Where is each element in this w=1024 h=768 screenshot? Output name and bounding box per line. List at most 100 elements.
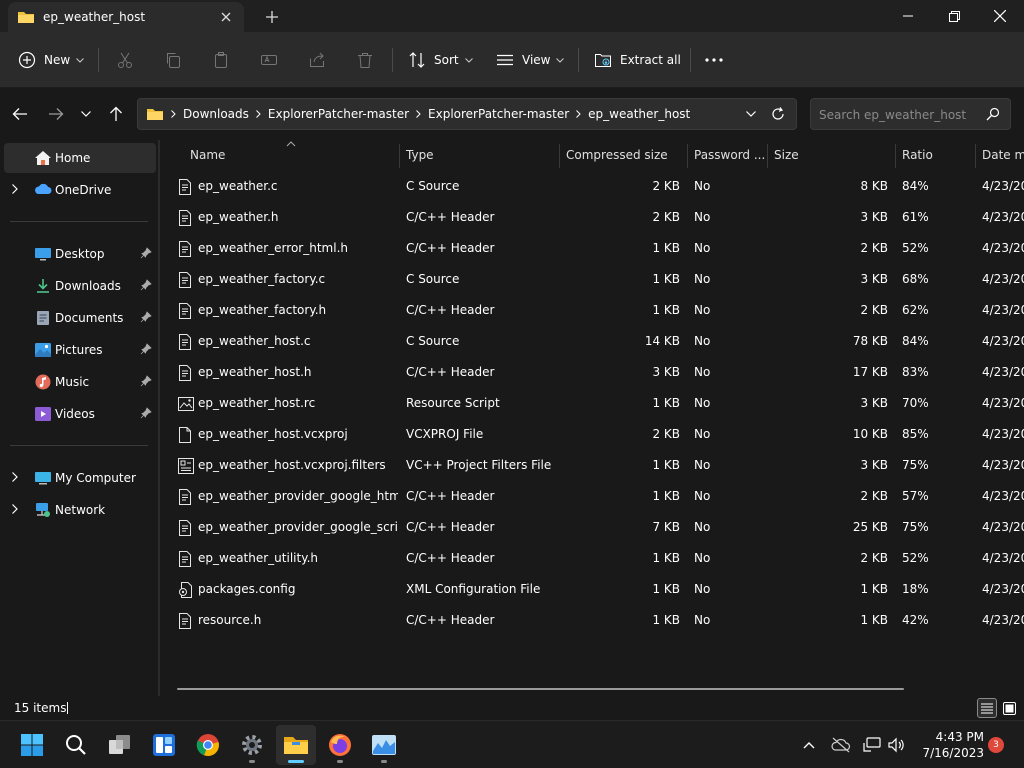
firefox-taskbar-button[interactable] xyxy=(320,725,360,765)
address-bar[interactable]: Downloads ExplorerPatcher-master Explore… xyxy=(137,98,797,130)
file-ratio: 57% xyxy=(902,489,929,503)
column-header-name[interactable]: Name xyxy=(190,140,225,170)
table-row[interactable]: ep_weather_utility.h C/C++ Header 1 KB No 2 … xyxy=(160,543,1024,574)
notification-badge[interactable]: 3 xyxy=(988,737,1004,753)
view-list-icon xyxy=(497,54,513,66)
column-divider[interactable] xyxy=(399,144,400,168)
paste-button[interactable] xyxy=(212,44,230,76)
table-row[interactable]: ep_weather_host.rc Resource Script 1 KB No 3… xyxy=(160,388,1024,419)
forward-button[interactable] xyxy=(44,102,68,126)
column-header-ratio[interactable]: Ratio xyxy=(902,140,933,170)
taskbar-clock[interactable]: 4:43 PM 7/16/2023 xyxy=(914,729,984,761)
table-row[interactable]: packages.config XML Configuration File 1 K… xyxy=(160,574,1024,605)
show-hidden-icons-button[interactable] xyxy=(797,733,821,757)
table-row[interactable]: ep_weather_error_html.h C/C++ Header 1 KB N… xyxy=(160,233,1024,264)
file-password: No xyxy=(694,272,711,286)
column-divider[interactable] xyxy=(559,144,560,168)
widgets-button[interactable] xyxy=(144,725,184,765)
up-button[interactable] xyxy=(104,102,128,126)
table-row[interactable]: ep_weather_host.c C Source 14 KB No 78 KB 84%… xyxy=(160,326,1024,357)
navigation-pane: Home OneDrive Desktop Downloads Document… xyxy=(0,140,158,696)
table-row[interactable]: ep_weather_host.vcxproj VCXPROJ File 2 KB N… xyxy=(160,419,1024,450)
sidebar-item-desktop[interactable]: Desktop xyxy=(4,239,156,269)
view-button[interactable]: View xyxy=(496,44,565,76)
file-ratio: 70% xyxy=(902,396,929,410)
sidebar-item-downloads[interactable]: Downloads xyxy=(4,271,156,301)
pin-icon xyxy=(140,375,152,387)
table-row[interactable]: ep_weather_factory.h C/C++ Header 1 KB No 2 … xyxy=(160,295,1024,326)
chrome-taskbar-button[interactable] xyxy=(188,725,228,765)
task-manager-taskbar-button[interactable] xyxy=(364,725,404,765)
breadcrumb-explorerpatcher-master-inner[interactable]: ExplorerPatcher-master xyxy=(428,107,569,121)
sidebar-item-music[interactable]: Music xyxy=(4,367,156,397)
tab-close-button[interactable] xyxy=(218,9,234,25)
column-divider[interactable] xyxy=(687,144,688,168)
table-row[interactable]: ep_weather_host.h C/C++ Header 3 KB No 17 KB… xyxy=(160,357,1024,388)
file-explorer-taskbar-button[interactable] xyxy=(276,725,316,765)
view-label: View xyxy=(522,53,551,67)
large-icons-view-button[interactable] xyxy=(999,698,1019,718)
column-header-compressed-size[interactable]: Compressed size xyxy=(566,140,668,170)
search-taskbar-button[interactable] xyxy=(56,725,96,765)
rename-button[interactable] xyxy=(260,44,278,76)
table-row[interactable]: ep_weather_factory.c C Source 1 KB No 3 KB 68… xyxy=(160,264,1024,295)
column-header-size[interactable]: Size xyxy=(774,140,799,170)
column-header-type[interactable]: Type xyxy=(406,140,434,170)
sidebar-item-documents[interactable]: Documents xyxy=(4,303,156,333)
network-tray-button[interactable] xyxy=(860,733,884,757)
sidebar-item-videos[interactable]: Videos xyxy=(4,399,156,429)
sidebar-item-onedrive[interactable]: OneDrive xyxy=(4,175,156,205)
volume-tray-button[interactable] xyxy=(884,733,908,757)
column-divider[interactable] xyxy=(895,144,896,168)
cut-button[interactable] xyxy=(116,44,134,76)
file-name: packages.config xyxy=(198,582,296,596)
minimize-button[interactable] xyxy=(885,0,931,32)
breadcrumb-explorerpatcher-master[interactable]: ExplorerPatcher-master xyxy=(268,107,409,121)
file-type: C Source xyxy=(406,179,460,193)
search-input[interactable] xyxy=(819,105,979,125)
more-options-button[interactable] xyxy=(704,44,724,76)
refresh-button[interactable] xyxy=(770,106,786,125)
share-button[interactable] xyxy=(308,44,326,76)
close-window-button[interactable] xyxy=(977,0,1023,32)
column-header-date-modified[interactable]: Date mo xyxy=(982,140,1024,170)
delete-button[interactable] xyxy=(356,44,374,76)
file-size: 3 KB xyxy=(860,210,888,224)
table-row[interactable]: ep_weather.h C/C++ Header 2 KB No 3 KB 61% 4/2… xyxy=(160,202,1024,233)
column-divider[interactable] xyxy=(975,144,976,168)
table-row[interactable]: ep_weather.c C Source 2 KB No 8 KB 84% 4/23/20… xyxy=(160,171,1024,202)
onedrive-tray-button[interactable] xyxy=(829,733,853,757)
horizontal-scrollbar[interactable] xyxy=(177,688,904,690)
breadcrumb-ep-weather-host[interactable]: ep_weather_host xyxy=(588,107,690,121)
sidebar-item-pictures[interactable]: Pictures xyxy=(4,335,156,365)
restore-button[interactable] xyxy=(931,0,977,32)
search-box[interactable] xyxy=(810,98,1011,130)
start-button[interactable] xyxy=(12,725,52,765)
file-date-modified: 4/23/202 xyxy=(982,210,1024,224)
copy-button[interactable] xyxy=(164,44,182,76)
sort-label: Sort xyxy=(434,53,459,67)
sidebar-item-network[interactable]: Network xyxy=(4,495,156,525)
breadcrumb-downloads[interactable]: Downloads xyxy=(183,107,249,121)
column-divider[interactable] xyxy=(767,144,768,168)
new-tab-button[interactable] xyxy=(262,7,282,27)
sidebar-item-home[interactable]: Home xyxy=(4,143,156,173)
table-row[interactable]: ep_weather_host.vcxproj.filters VC++ Proj… xyxy=(160,450,1024,481)
extract-all-button[interactable]: Extract all xyxy=(594,44,681,76)
back-button[interactable] xyxy=(8,102,32,126)
task-view-button[interactable] xyxy=(100,725,140,765)
recent-locations-button[interactable] xyxy=(74,102,98,126)
new-button[interactable]: New xyxy=(18,44,85,76)
table-row[interactable]: ep_weather_provider_google_html.h C/C++ H… xyxy=(160,481,1024,512)
chevron-down-icon xyxy=(746,111,756,117)
column-header-password[interactable]: Password ... xyxy=(694,140,765,170)
table-row[interactable]: resource.h C/C++ Header 1 KB No 1 KB 42% 4/23/… xyxy=(160,605,1024,636)
sort-button[interactable]: Sort xyxy=(408,44,473,76)
table-row[interactable]: ep_weather_provider_google_script... C/C+… xyxy=(160,512,1024,543)
address-history-button[interactable] xyxy=(746,107,756,124)
plus-circle-icon xyxy=(18,51,36,69)
settings-taskbar-button[interactable] xyxy=(232,725,272,765)
sidebar-item-my-computer[interactable]: My Computer xyxy=(4,463,156,493)
tab-ep-weather-host[interactable]: ep_weather_host xyxy=(8,2,244,32)
details-view-button[interactable] xyxy=(977,698,997,718)
